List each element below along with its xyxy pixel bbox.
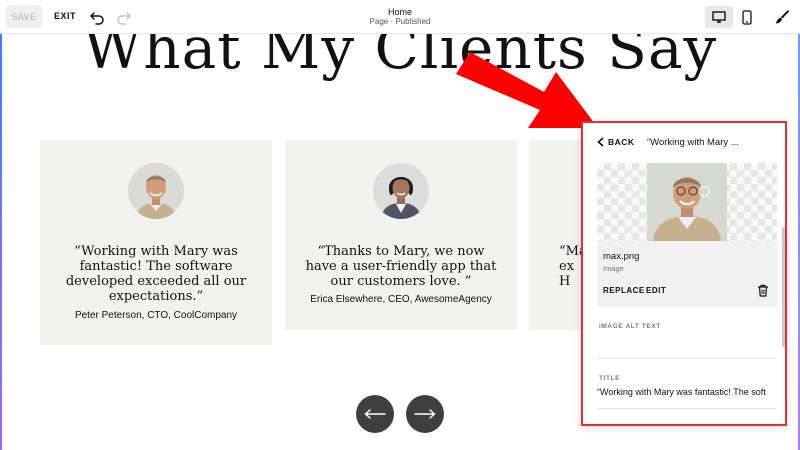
- back-label: BACK: [608, 137, 635, 147]
- file-name: max.png: [603, 251, 640, 262]
- mobile-view-button[interactable]: [736, 6, 758, 28]
- alt-text-input[interactable]: [597, 333, 777, 359]
- arrow-left-icon: [364, 409, 386, 419]
- man-portrait-image: [647, 163, 727, 241]
- carousel-prev-button[interactable]: [356, 395, 394, 433]
- man-portrait-image: [128, 163, 184, 219]
- trash-icon[interactable]: [757, 284, 769, 297]
- testimonial-quote[interactable]: “Thanks to Mary, we now have a user-frie…: [303, 244, 499, 289]
- site-styles-button[interactable]: [772, 7, 792, 27]
- file-type: Image: [603, 264, 624, 273]
- testimonial-attribution[interactable]: Erica Elsewhere, CEO, AwesomeAgency: [285, 294, 517, 305]
- client-avatar[interactable]: [128, 163, 184, 219]
- woman-portrait-image: [373, 163, 429, 219]
- desktop-icon: [712, 11, 726, 23]
- edit-image-button[interactable]: EDIT: [646, 286, 666, 295]
- back-button[interactable]: BACK: [597, 137, 635, 147]
- editor-toolbar: SAVE EXIT Home Page · Published: [0, 0, 800, 34]
- arrow-right-icon: [414, 409, 436, 419]
- panel-scrollbar[interactable]: [782, 227, 785, 347]
- page-title: Home: [387, 7, 412, 17]
- editor-edge-accent-left: [0, 34, 2, 450]
- image-settings-panel: BACK “Working with Mary ... max.png Imag…: [581, 121, 787, 426]
- chevron-left-icon: [597, 137, 604, 147]
- carousel-next-button[interactable]: [406, 395, 444, 433]
- title-input[interactable]: “Working with Mary was fantastic! The so…: [597, 387, 777, 409]
- testimonial-quote[interactable]: “Working with Mary was fantastic! The so…: [58, 244, 254, 304]
- image-preview-card: max.png Image REPLACE EDIT: [597, 163, 777, 307]
- client-avatar[interactable]: [373, 163, 429, 219]
- mobile-icon: [742, 9, 752, 25]
- paintbrush-icon: [775, 10, 789, 24]
- testimonial-card[interactable]: “Ma ex H: [529, 140, 589, 330]
- focal-point-handle[interactable]: [699, 186, 710, 197]
- testimonial-attribution[interactable]: Peter Peterson, CTO, CoolCompany: [40, 310, 272, 321]
- desktop-view-button[interactable]: [705, 6, 733, 28]
- replace-image-button[interactable]: REPLACE: [603, 286, 645, 295]
- alt-text-label: IMAGE ALT TEXT: [599, 323, 661, 330]
- page-status: Page · Published: [369, 17, 431, 26]
- testimonial-card[interactable]: “Thanks to Mary, we now have a user-frie…: [285, 140, 517, 330]
- panel-heading: “Working with Mary ...: [647, 137, 739, 148]
- annotation-arrow: [456, 52, 598, 128]
- title-label: TITLE: [599, 375, 621, 382]
- image-thumbnail[interactable]: [647, 163, 727, 241]
- testimonial-card[interactable]: “Working with Mary was fantastic! The so…: [40, 140, 272, 345]
